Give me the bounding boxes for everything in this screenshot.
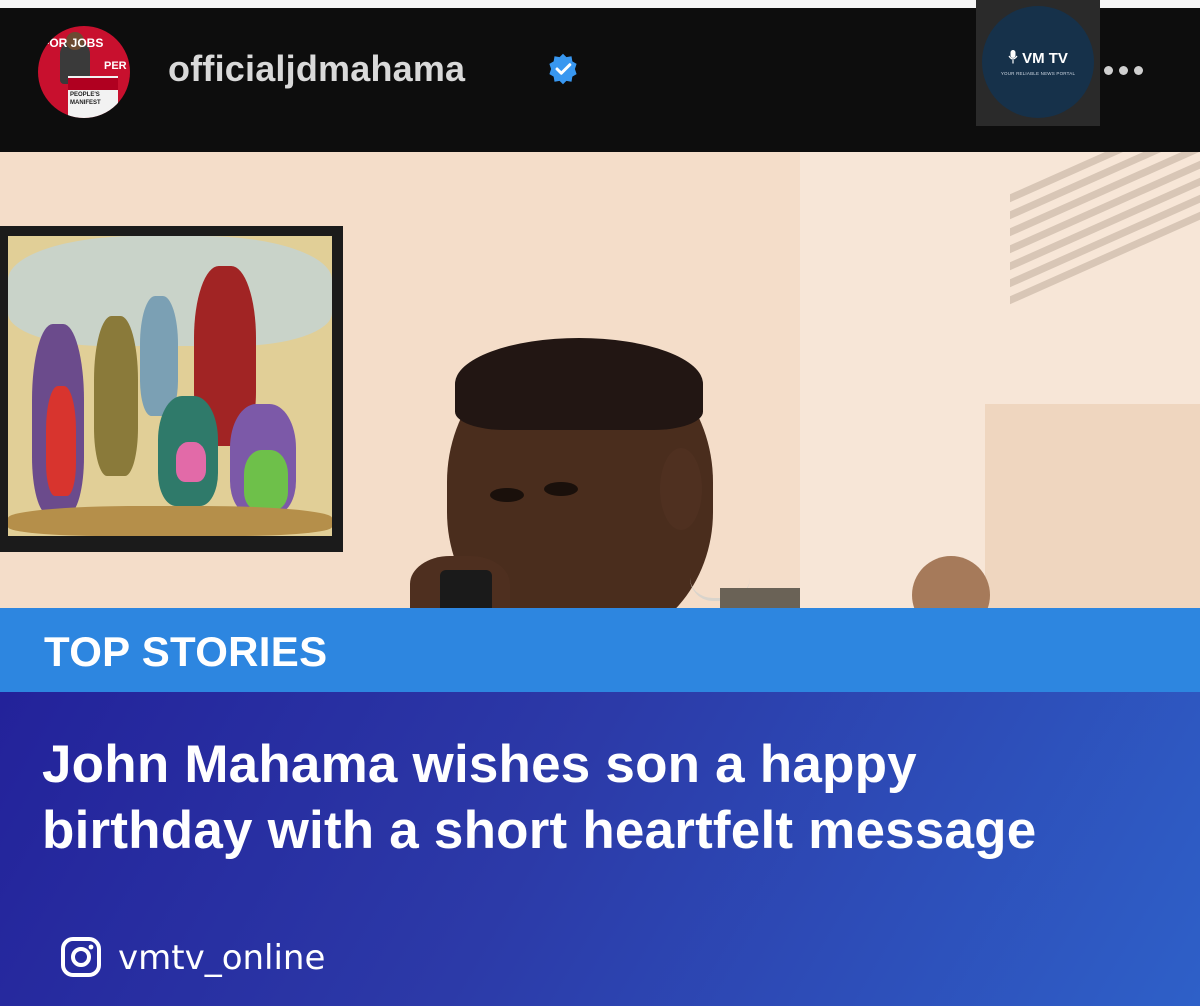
photo-subject-hair <box>455 338 703 430</box>
microphone-icon <box>1008 50 1018 64</box>
username-link[interactable]: officialjdmahama <box>168 48 465 90</box>
post-photo <box>0 152 1200 608</box>
avatar-text-4: MANIFEST <box>70 100 101 106</box>
photo-shirt <box>720 588 800 608</box>
avatar-text-3: PEOPLE'S <box>70 92 100 98</box>
photo-phone <box>440 570 492 608</box>
vmtv-title-text: VM TV <box>1022 50 1068 67</box>
dot <box>1134 66 1143 75</box>
photo-subject-eye-right <box>544 482 578 496</box>
photo-air-vent <box>1010 152 1200 305</box>
avatar-text-2: PER <box>104 60 127 72</box>
more-horizontal-icon[interactable] <box>1104 62 1152 75</box>
social-handle[interactable]: vmtv_online <box>118 938 325 978</box>
post-card: FOR JOBS PER PEOPLE'S MANIFEST officialj… <box>0 0 1200 1006</box>
headline-panel: John Mahama wishes son a happy birthday … <box>0 692 1200 1006</box>
vmtv-logo-circle: VM TV YOUR RELIABLE NEWS PORTAL <box>982 6 1094 118</box>
vmtv-logo-title: VM TV <box>982 50 1094 67</box>
vmtv-logo: VM TV YOUR RELIABLE NEWS PORTAL <box>976 0 1100 126</box>
avatar-text-1: FOR JOBS <box>42 36 104 50</box>
dot <box>1104 66 1113 75</box>
photo-subject-ear <box>660 448 702 530</box>
photo-painting <box>0 226 343 552</box>
headline-text: John Mahama wishes son a happy birthday … <box>42 735 1037 860</box>
verified-badge-icon <box>549 53 577 85</box>
vmtv-tagline: YOUR RELIABLE NEWS PORTAL <box>1000 71 1076 76</box>
avatar-podium-band <box>68 78 118 90</box>
banner-label: TOP STORIES <box>44 628 328 675</box>
painting-canvas <box>8 236 332 536</box>
dot <box>1119 66 1128 75</box>
instagram-icon <box>61 937 101 977</box>
top-stories-banner: TOP STORIES <box>0 608 1200 692</box>
instagram-post-header: FOR JOBS PER PEOPLE'S MANIFEST officialj… <box>0 0 1200 152</box>
photo-shelf <box>985 404 1200 608</box>
profile-avatar[interactable]: FOR JOBS PER PEOPLE'S MANIFEST <box>38 26 130 118</box>
photo-subject-eye-left <box>490 488 524 502</box>
